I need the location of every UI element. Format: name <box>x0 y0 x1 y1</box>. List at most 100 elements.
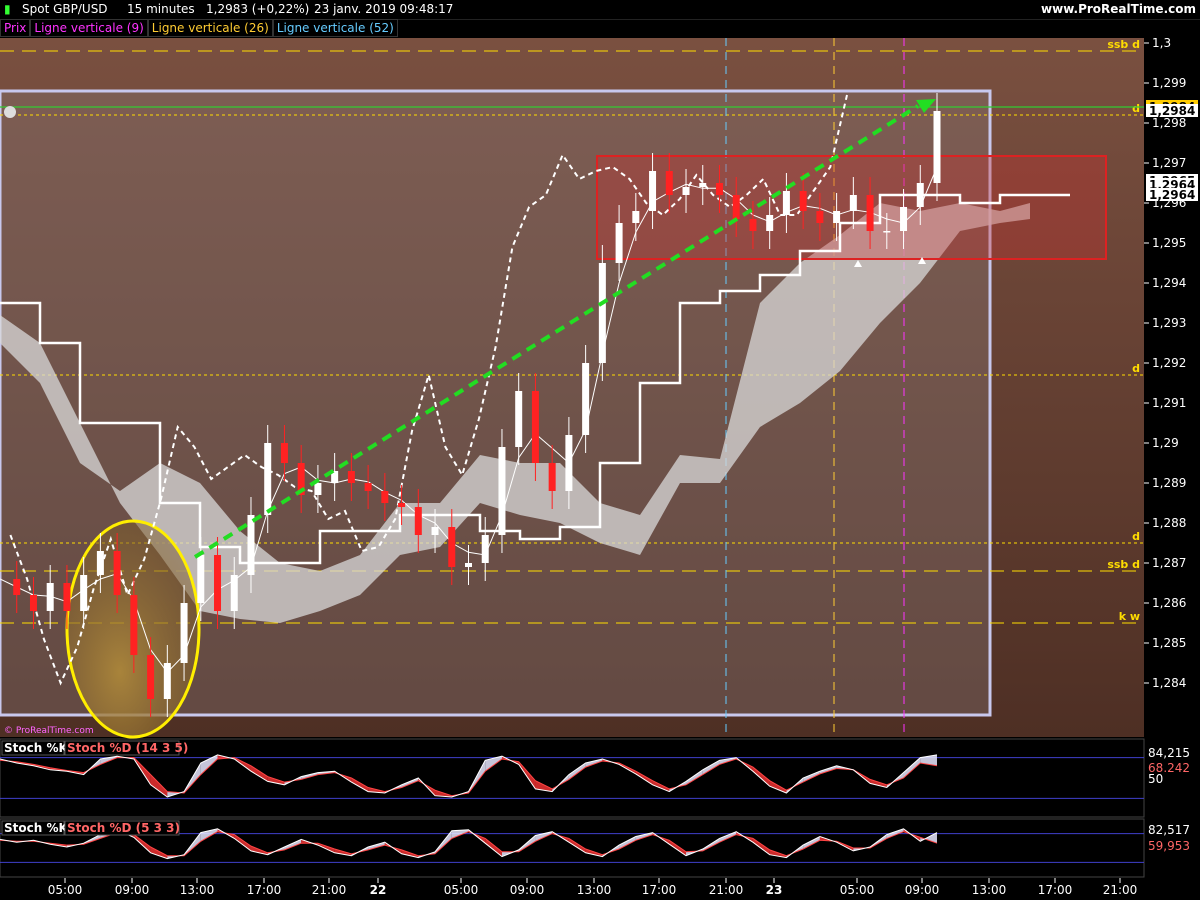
candle-body <box>866 195 874 231</box>
candle-body <box>264 443 272 515</box>
stoch-tag-label: 82,517 <box>1148 823 1190 837</box>
candle-body <box>531 391 539 463</box>
x-tick-label: 13:00 <box>972 883 1007 897</box>
candle-body <box>916 183 924 207</box>
y-tick-label: 1,287 <box>1152 556 1186 570</box>
candle-body <box>247 515 255 575</box>
stoch-tag-label: 84,215 <box>1148 746 1190 760</box>
x-tick-label: 17:00 <box>247 883 282 897</box>
candle-body <box>431 527 439 535</box>
candle-body <box>900 207 908 231</box>
candle-body <box>230 575 238 611</box>
y-tick-label: 1,295 <box>1152 236 1186 250</box>
candle-body <box>63 583 71 611</box>
price-tag-label: 1,2984 <box>1149 104 1195 118</box>
candle-body <box>816 211 824 223</box>
lock-icon <box>4 106 16 118</box>
candle-body <box>80 575 88 611</box>
stoch-d-label: Stoch %D (5 3 3) <box>67 821 180 835</box>
candle-body <box>715 183 723 195</box>
candle-body <box>398 503 406 507</box>
candle-body <box>180 603 188 663</box>
candle-body <box>147 655 155 699</box>
y-tick-label: 1,29 <box>1152 436 1179 450</box>
watermark: © ProRealTime.com <box>4 726 94 736</box>
candle-body <box>515 391 523 447</box>
candle-body <box>849 195 857 211</box>
candle-body <box>197 555 205 603</box>
y-tick-label: 1,293 <box>1152 316 1186 330</box>
candle-body <box>96 551 104 575</box>
level-label: d <box>1132 102 1140 115</box>
candle-body <box>732 195 740 219</box>
y-tick-label: 1,289 <box>1152 476 1186 490</box>
level-label: k w <box>1119 610 1140 623</box>
y-tick-label: 1,288 <box>1152 516 1186 530</box>
candle-body <box>481 535 489 563</box>
candle-body <box>448 527 456 567</box>
candle-body <box>682 187 690 195</box>
stoch-k-label: Stoch %K <box>4 741 68 755</box>
candle-body <box>598 263 606 363</box>
candle-body <box>314 483 322 495</box>
level-label: d <box>1132 530 1140 543</box>
x-tick-label: 13:00 <box>180 883 215 897</box>
level-label: d <box>1132 362 1140 375</box>
candle-body <box>799 191 807 211</box>
x-tick-label: 05:00 <box>840 883 875 897</box>
x-tick-label: 05:00 <box>48 883 83 897</box>
x-tick-label: 21:00 <box>312 883 347 897</box>
x-tick-label: 09:00 <box>510 883 545 897</box>
level-label: ssb d <box>1107 558 1140 571</box>
candle-body <box>649 171 657 211</box>
level-label: ssb d <box>1107 38 1140 51</box>
y-tick-label: 1,297 <box>1152 156 1186 170</box>
candle-body <box>498 447 506 535</box>
candle-body <box>548 463 556 491</box>
x-tick-label: 09:00 <box>905 883 940 897</box>
stoch-tag-label: 59,953 <box>1148 839 1190 853</box>
candle-body <box>615 223 623 263</box>
candle-body <box>883 231 891 233</box>
candle-body <box>280 443 288 463</box>
candle-body <box>364 483 372 491</box>
candle-body <box>163 663 171 699</box>
candle-body <box>833 211 841 223</box>
y-tick-label: 1,284 <box>1152 676 1186 690</box>
candle-body <box>414 507 422 535</box>
x-tick-label: 21:00 <box>709 883 744 897</box>
stoch-k-label: Stoch %K <box>4 821 68 835</box>
y-tick-label: 1,298 <box>1152 116 1186 130</box>
x-tick-label: 09:00 <box>115 883 150 897</box>
candle-body <box>782 191 790 215</box>
x-tick-label: 22 <box>370 883 387 897</box>
y-tick-label: 1,291 <box>1152 396 1186 410</box>
chart-canvas[interactable]: ssb ddddssb dk w1,31,2991,2981,2971,2961… <box>0 0 1200 900</box>
price-tag-label: 1,2964 <box>1149 188 1195 202</box>
x-tick-label: 13:00 <box>577 883 612 897</box>
candle-body <box>29 595 37 611</box>
candle-body <box>565 435 573 491</box>
x-tick-label: 21:00 <box>1103 883 1138 897</box>
x-tick-label: 17:00 <box>1038 883 1073 897</box>
y-tick-label: 1,285 <box>1152 636 1186 650</box>
candle-body <box>933 111 941 183</box>
candle-body <box>665 171 673 195</box>
y-tick-label: 1,3 <box>1152 36 1171 50</box>
candle-body <box>130 595 138 655</box>
y-tick-label: 1,294 <box>1152 276 1186 290</box>
x-tick-label: 05:00 <box>444 883 479 897</box>
candle-body <box>699 183 707 187</box>
x-tick-label: 17:00 <box>642 883 677 897</box>
candle-body <box>632 211 640 223</box>
candle-body <box>46 583 54 611</box>
candle-body <box>214 555 222 611</box>
candle-body <box>766 215 774 231</box>
y-tick-label: 1,292 <box>1152 356 1186 370</box>
y-tick-label: 1,286 <box>1152 596 1186 610</box>
candle-body <box>13 579 21 595</box>
candle-body <box>113 551 121 595</box>
candle-body <box>465 563 472 567</box>
stoch-tag-label: 50 <box>1148 772 1163 786</box>
x-tick-label: 23 <box>766 883 783 897</box>
